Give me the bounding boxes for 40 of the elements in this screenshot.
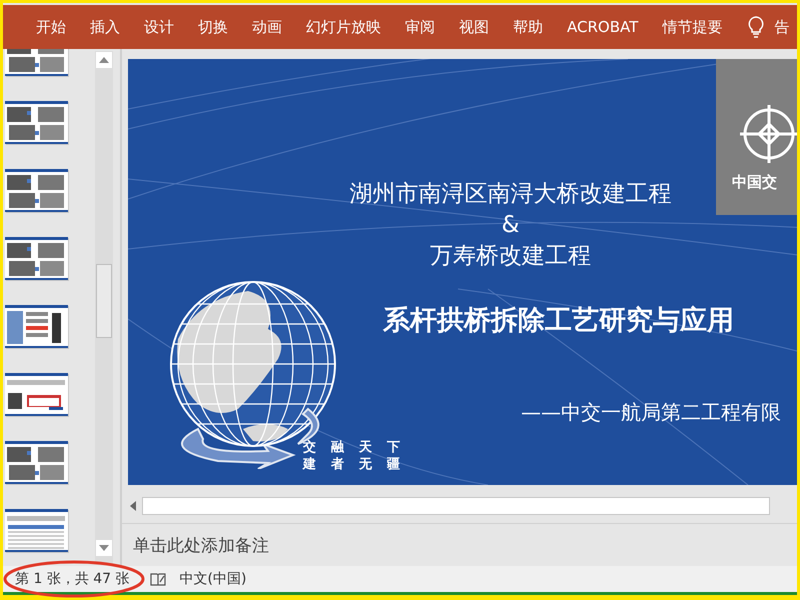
spelling-check-icon[interactable] bbox=[150, 572, 166, 586]
horizontal-scrollbar[interactable] bbox=[142, 497, 770, 515]
slide-thumbnail[interactable] bbox=[5, 509, 68, 552]
logo-text: 中国交 bbox=[732, 173, 777, 192]
slide-heading: 系杆拱桥拆除工艺研究与应用 bbox=[383, 304, 734, 338]
slide-title: 万寿桥改建工程 bbox=[430, 242, 591, 271]
notes-placeholder[interactable]: 单击此处添加备注 bbox=[133, 536, 269, 556]
scrollbar-thumb[interactable] bbox=[96, 264, 112, 338]
caret-down-icon bbox=[99, 545, 109, 551]
slide-title: 湖州市南浔区南浔大桥改建工程 bbox=[350, 180, 672, 209]
slide-thumbnail[interactable] bbox=[5, 441, 68, 484]
tell-me-label[interactable]: 告 bbox=[774, 18, 790, 36]
ribbon-tab[interactable]: 帮助 bbox=[505, 14, 551, 40]
logo-icon bbox=[738, 103, 797, 165]
company-name: ——中交一航局第二工程有限 bbox=[521, 399, 781, 426]
slide-title: & bbox=[502, 211, 520, 240]
caret-up-icon bbox=[99, 57, 109, 63]
lightbulb-icon[interactable] bbox=[748, 16, 764, 38]
ribbon-tab[interactable]: 视图 bbox=[451, 14, 497, 40]
scroll-down-button[interactable] bbox=[96, 540, 112, 556]
slide-thumbnail[interactable] bbox=[5, 169, 68, 212]
ribbon-tab[interactable]: 插入 bbox=[82, 14, 128, 40]
scroll-up-button[interactable] bbox=[96, 52, 112, 68]
slogan-text: 建者无疆 bbox=[303, 456, 415, 473]
slogan-text: 交融天下 bbox=[303, 439, 415, 456]
ribbon-tab[interactable]: 切换 bbox=[190, 14, 236, 40]
ribbon-tab[interactable]: ACROBAT bbox=[559, 15, 646, 39]
ribbon-tab[interactable]: 开始 bbox=[28, 14, 74, 40]
ribbon-tab[interactable]: 幻灯片放映 bbox=[298, 14, 389, 40]
ribbon-tab[interactable]: 设计 bbox=[136, 14, 182, 40]
slide-thumbnail[interactable] bbox=[5, 305, 68, 348]
scroll-left-icon[interactable] bbox=[128, 501, 136, 511]
ribbon-tab[interactable]: 动画 bbox=[244, 14, 290, 40]
slide-counter: 第 1 张，共 47 张 bbox=[15, 570, 130, 588]
ribbon-tab[interactable]: 情节提要 bbox=[654, 14, 730, 40]
slide-thumbnail[interactable] bbox=[5, 101, 68, 144]
language-indicator[interactable]: 中文(中国) bbox=[180, 570, 246, 588]
slide-thumbnail[interactable] bbox=[5, 373, 68, 416]
slide-thumbnail[interactable] bbox=[5, 237, 68, 280]
ribbon-tab[interactable]: 审阅 bbox=[397, 14, 443, 40]
